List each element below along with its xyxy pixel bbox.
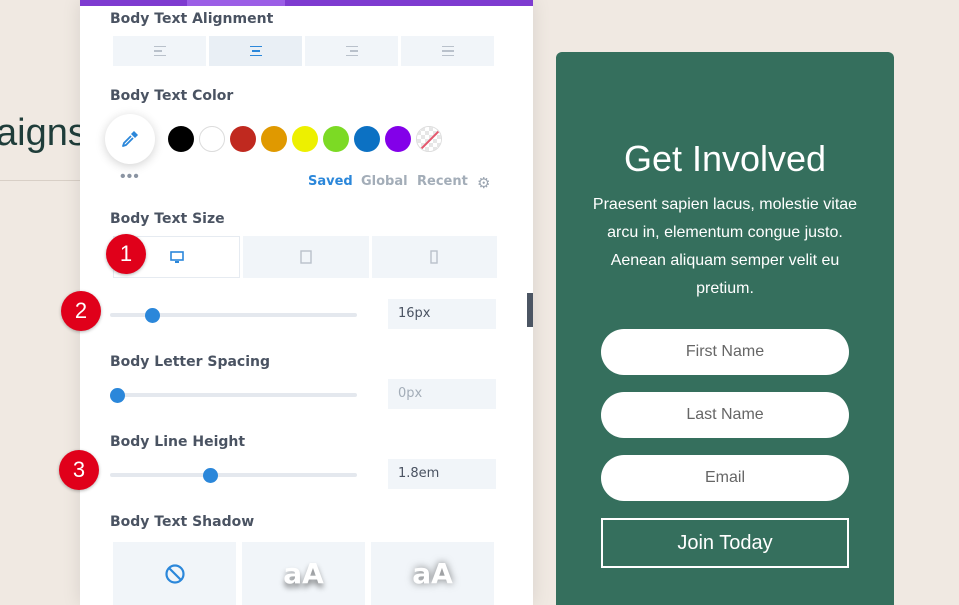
swatch-transparent[interactable] (416, 126, 442, 152)
line-height-slider[interactable] (110, 473, 357, 477)
letter-spacing-slider-handle[interactable] (110, 388, 125, 403)
color-picker-button[interactable] (105, 114, 155, 164)
background-heading-fragment: aigns (0, 112, 87, 155)
line-height-slider-handle[interactable] (203, 468, 218, 483)
card-title: Get Involved (556, 138, 894, 180)
color-label: Body Text Color (110, 88, 233, 104)
swatch-black[interactable] (168, 126, 194, 152)
swatch-white[interactable] (199, 126, 225, 152)
swatch-green[interactable] (323, 126, 349, 152)
panel-header-bar (80, 0, 533, 6)
device-tabs (113, 236, 497, 278)
step-badge-2: 2 (61, 291, 101, 331)
no-symbol-icon (164, 563, 186, 585)
swatch-blue[interactable] (354, 126, 380, 152)
swatch-red[interactable] (230, 126, 256, 152)
text-shadow-options: aA aA (113, 542, 494, 605)
align-left-icon (154, 46, 166, 57)
first-name-field[interactable] (601, 329, 849, 375)
tab-recent[interactable]: Recent (417, 174, 468, 189)
last-name-field[interactable] (601, 392, 849, 438)
align-center-button[interactable] (209, 36, 302, 66)
email-field[interactable] (601, 455, 849, 501)
text-shadow-label: Body Text Shadow (110, 514, 254, 530)
signup-card: Get Involved Praesent sapien lacus, mole… (556, 52, 894, 605)
tablet-icon (298, 249, 314, 265)
phone-icon (426, 249, 442, 265)
swatch-purple[interactable] (385, 126, 411, 152)
tab-saved[interactable]: Saved (308, 174, 353, 189)
shadow-preset-2-option[interactable]: aA (371, 542, 494, 605)
card-body-text: Praesent sapien lacus, molestie vitae ar… (592, 191, 858, 303)
join-today-button[interactable]: Join Today (601, 518, 849, 568)
line-height-label: Body Line Height (110, 434, 245, 450)
swatch-orange[interactable] (261, 126, 287, 152)
panel-scrollbar[interactable] (527, 293, 533, 327)
letter-spacing-label: Body Letter Spacing (110, 354, 270, 370)
step-badge-3: 3 (59, 450, 99, 490)
settings-panel: Body Text Alignment Body Text Color ••• … (80, 0, 533, 605)
step-badge-1: 1 (106, 234, 146, 274)
background-divider (0, 180, 80, 181)
tab-global[interactable]: Global (361, 174, 408, 189)
align-right-icon (346, 46, 358, 57)
text-size-input[interactable]: 16px (388, 299, 496, 329)
tablet-tab[interactable] (243, 236, 368, 278)
align-justify-button[interactable] (401, 36, 494, 66)
alignment-label: Body Text Alignment (110, 11, 273, 27)
text-size-label: Body Text Size (110, 211, 225, 227)
alignment-options (113, 36, 494, 66)
letter-spacing-slider[interactable] (110, 393, 357, 397)
align-justify-icon (442, 46, 454, 57)
align-right-button[interactable] (305, 36, 398, 66)
align-center-icon (250, 46, 262, 57)
shadow-preset-1-option[interactable]: aA (242, 542, 365, 605)
panel-header-active-segment[interactable] (187, 0, 285, 6)
desktop-icon (169, 249, 185, 265)
more-colors-icon[interactable]: ••• (120, 168, 140, 186)
swatch-yellow[interactable] (292, 126, 318, 152)
text-size-slider-handle[interactable] (145, 308, 160, 323)
shadow-none-option[interactable] (113, 542, 236, 605)
align-left-button[interactable] (113, 36, 206, 66)
gear-icon[interactable]: ⚙ (477, 174, 490, 192)
line-height-input[interactable]: 1.8em (388, 459, 496, 489)
eyedropper-icon (120, 129, 140, 149)
letter-spacing-input[interactable]: 0px (388, 379, 496, 409)
phone-tab[interactable] (372, 236, 497, 278)
